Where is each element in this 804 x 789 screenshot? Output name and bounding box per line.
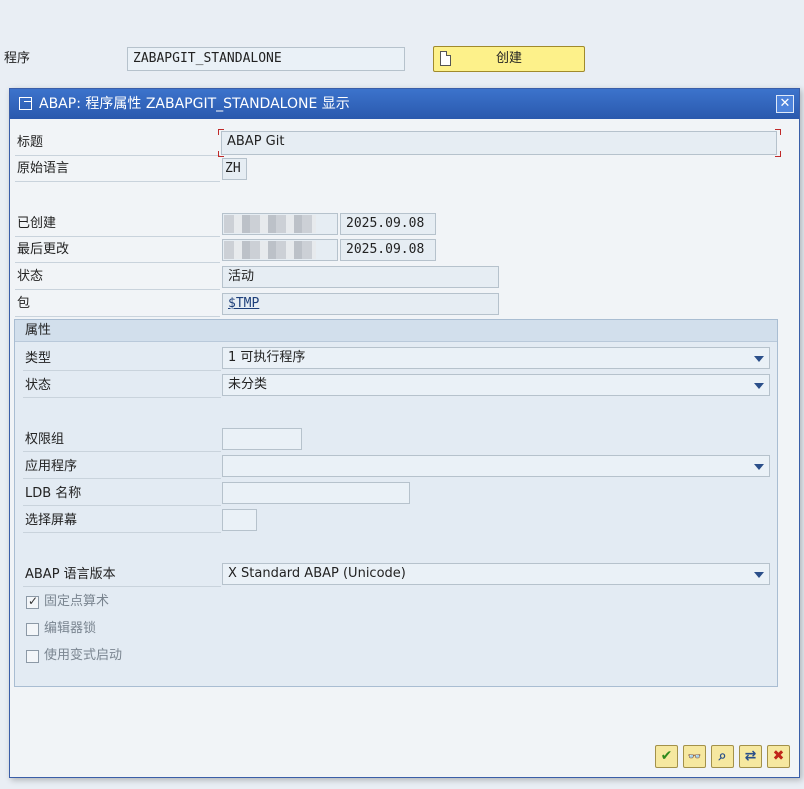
- original-language-label: 原始语言: [17, 161, 70, 176]
- document-icon: [440, 51, 451, 66]
- ldb-name-input[interactable]: [222, 482, 410, 504]
- abap-version-dropdown[interactable]: X Standard ABAP (Unicode): [222, 563, 770, 585]
- fixed-point-checkbox[interactable]: ✓: [26, 594, 39, 609]
- chevron-down-icon: [754, 572, 764, 578]
- attributes-group: 属性 类型 1 可执行程序 状态 未分类 权限组 应用程序 LDB 名称 选择屏…: [14, 319, 778, 687]
- changed-date: 2025.09.08: [340, 239, 436, 261]
- transfer-button[interactable]: ⇄: [739, 745, 762, 768]
- status-dropdown[interactable]: 未分类: [222, 374, 770, 396]
- type-label: 类型: [25, 351, 52, 366]
- chevron-down-icon: [754, 464, 764, 470]
- chevron-down-icon: [754, 383, 764, 389]
- attr-status-value: 未分类: [228, 377, 268, 392]
- status-label: 状态: [17, 269, 44, 284]
- original-language-value: ZH: [222, 158, 247, 180]
- check-icon: ✔: [660, 748, 673, 764]
- search-button[interactable]: ⌕: [711, 745, 734, 768]
- redacted-user: [224, 215, 316, 233]
- close-button[interactable]: ✕: [776, 95, 794, 113]
- display-icon: [19, 97, 32, 110]
- editor-lock-checkbox[interactable]: [26, 623, 39, 636]
- attr-status-label: 状态: [25, 378, 52, 393]
- fixed-point-label: 固定点算术: [44, 594, 110, 609]
- status-value: 活动: [222, 266, 499, 288]
- checkmark-icon: ✓: [28, 594, 39, 608]
- type-value: 1 可执行程序: [228, 350, 306, 365]
- type-dropdown[interactable]: 1 可执行程序: [222, 347, 770, 369]
- created-label: 已创建: [17, 216, 57, 231]
- last-changed-label: 最后更改: [17, 242, 70, 257]
- create-button-label: 创建: [495, 51, 522, 66]
- cancel-button[interactable]: ✖: [767, 745, 790, 768]
- redacted-user: [224, 241, 316, 259]
- create-button[interactable]: 创建: [433, 46, 585, 72]
- package-link[interactable]: $TMP: [222, 293, 499, 315]
- ldb-name-label: LDB 名称: [25, 486, 82, 501]
- authorization-group-label: 权限组: [25, 432, 65, 447]
- cancel-icon: ✖: [772, 748, 785, 764]
- abap-version-label: ABAP 语言版本: [25, 567, 116, 582]
- title-input[interactable]: ABAP Git: [221, 131, 777, 155]
- package-label: 包: [17, 296, 31, 311]
- selection-screen-label: 选择屏幕: [25, 513, 78, 528]
- check-button[interactable]: 👓: [683, 745, 706, 768]
- chevron-down-icon: [754, 356, 764, 362]
- dialog-title-bar[interactable]: ABAP: 程序属性 ZABAPGIT_STANDALONE 显示 ✕: [10, 89, 799, 119]
- program-input[interactable]: ZABAPGIT_STANDALONE: [127, 47, 405, 71]
- variant-start-label: 使用变式启动: [44, 648, 123, 663]
- dialog-title: ABAP: 程序属性 ZABAPGIT_STANDALONE 显示: [39, 96, 350, 112]
- editor-lock-label: 编辑器锁: [44, 621, 97, 636]
- application-dropdown[interactable]: [222, 455, 770, 477]
- variant-start-checkbox[interactable]: [26, 650, 39, 663]
- application-label: 应用程序: [25, 459, 78, 474]
- program-label: 程序: [4, 51, 31, 66]
- transfer-icon: ⇄: [744, 748, 757, 764]
- magnifier-icon: ⌕: [718, 748, 727, 764]
- created-date: 2025.09.08: [340, 213, 436, 235]
- authorization-group-input[interactable]: [222, 428, 302, 450]
- attributes-header: 属性: [15, 320, 777, 342]
- program-attributes-dialog: ABAP: 程序属性 ZABAPGIT_STANDALONE 显示 ✕ 标题 A…: [9, 88, 800, 778]
- abap-version-value: X Standard ABAP (Unicode): [228, 566, 406, 581]
- selection-screen-input[interactable]: [222, 509, 257, 531]
- glasses-icon: 👓: [687, 750, 702, 763]
- confirm-button[interactable]: ✔: [655, 745, 678, 768]
- title-label: 标题: [17, 135, 44, 150]
